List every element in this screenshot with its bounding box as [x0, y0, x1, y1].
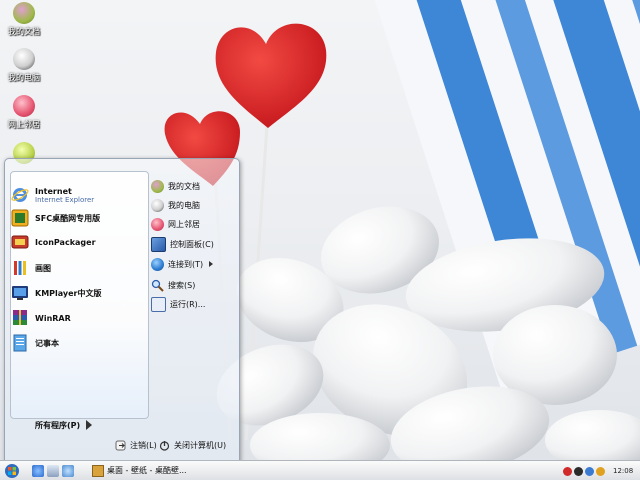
- start-item-sublabel: Internet Explorer: [35, 195, 95, 204]
- start-right-my-computer[interactable]: 我的电脑: [151, 196, 200, 214]
- start-item-kmplayer[interactable]: KMPlayer中文版: [11, 282, 102, 304]
- desktop-icon-label: 我的电脑: [8, 73, 40, 82]
- start-item-internet[interactable]: Internet Internet Explorer: [11, 181, 94, 209]
- network-candy-icon: [13, 95, 35, 117]
- start-item-label: Internet: [35, 186, 72, 196]
- arrow-right-icon: [86, 420, 93, 430]
- start-right-label: 我的电脑: [168, 200, 200, 210]
- start-item-iconpackager[interactable]: IconPackager: [11, 231, 96, 253]
- tray-security-icon[interactable]: [563, 466, 572, 476]
- desktop-icon-network[interactable]: 网上邻居: [2, 95, 46, 130]
- tray-qq-icon[interactable]: [574, 466, 583, 476]
- taskbar: 桌面 - 壁纸 - 桌酷壁... 12:08: [0, 460, 640, 480]
- logoff-button[interactable]: 注销(L): [115, 436, 157, 454]
- quicklaunch-media-icon[interactable]: [62, 465, 74, 477]
- desktop-icon-label: 网上邻居: [8, 120, 40, 129]
- iconpackager-icon: [11, 235, 29, 249]
- taskbar-window-label: 桌面 - 壁纸 - 桌酷壁...: [107, 466, 187, 475]
- my-computer-icon: [151, 198, 164, 212]
- start-right-label: 我的文档: [168, 181, 200, 191]
- network-places-icon: [151, 217, 164, 231]
- start-item-label: WinRAR: [35, 313, 71, 323]
- winrar-icon: [13, 310, 27, 325]
- desktop-icon-my-documents[interactable]: 我的文档: [2, 2, 46, 37]
- start-menu: Internet Internet Explorer SFC桌酷网专用版 Ico…: [4, 158, 240, 462]
- tray-volume-icon[interactable]: [596, 466, 605, 476]
- start-right-label: 连接到(T): [168, 259, 204, 269]
- start-right-label: 搜索(S): [168, 280, 196, 290]
- start-right-label: 控制面板(C): [170, 239, 214, 249]
- logoff-label: 注销(L): [130, 440, 157, 450]
- start-right-label: 运行(R)...: [170, 299, 206, 309]
- sfc-app-icon: [11, 209, 29, 227]
- start-right-label: 网上邻居: [168, 219, 200, 229]
- start-item-winrar[interactable]: WinRAR: [11, 307, 71, 329]
- start-item-label: KMPlayer中文版: [35, 288, 102, 298]
- all-programs-button[interactable]: 所有程序(P): [35, 417, 93, 433]
- quicklaunch-ie-icon[interactable]: [32, 465, 44, 477]
- start-item-notepad[interactable]: 记事本: [11, 332, 59, 354]
- start-item-label: SFC桌酷网专用版: [35, 213, 101, 223]
- logoff-icon: [115, 440, 126, 450]
- start-right-my-documents[interactable]: 我的文档: [151, 177, 200, 195]
- start-right-control-panel[interactable]: 控制面板(C): [151, 235, 214, 253]
- shutdown-label: 关闭计算机(U): [174, 440, 227, 450]
- my-documents-icon: [151, 179, 164, 193]
- folder-icon: [92, 464, 104, 477]
- folder-candy-icon: [13, 2, 35, 24]
- computer-candy-icon: [13, 48, 35, 70]
- start-button[interactable]: [3, 463, 21, 479]
- desktop-icon-my-computer[interactable]: 我的电脑: [2, 48, 46, 83]
- notepad-icon: [13, 334, 27, 352]
- search-icon: [151, 279, 164, 292]
- desktop-icon-label: 我的文档: [8, 27, 40, 36]
- shutdown-button[interactable]: 关闭计算机(U): [159, 436, 226, 454]
- start-item-sfc[interactable]: SFC桌酷网专用版: [11, 207, 100, 229]
- kmplayer-icon: [12, 286, 28, 300]
- connect-to-icon: [151, 257, 164, 271]
- start-right-search[interactable]: 搜索(S): [151, 276, 195, 294]
- start-item-paint[interactable]: 画图: [11, 257, 51, 279]
- taskbar-window-button[interactable]: 桌面 - 壁纸 - 桌酷壁...: [92, 463, 187, 478]
- start-right-network[interactable]: 网上邻居: [151, 215, 200, 233]
- taskbar-clock[interactable]: 12:08: [613, 467, 633, 475]
- control-panel-icon: [151, 236, 166, 252]
- quicklaunch-desktop-icon[interactable]: [47, 465, 59, 477]
- paint-icon: [14, 261, 26, 275]
- tray-network-icon[interactable]: [585, 466, 594, 476]
- desktop: 我的文档 我的电脑 网上邻居 Internet Internet Explore…: [0, 0, 640, 480]
- start-item-label: IconPackager: [35, 237, 96, 247]
- power-icon: [159, 440, 170, 451]
- start-right-run[interactable]: 运行(R)...: [151, 295, 205, 313]
- start-item-label: 画图: [35, 263, 51, 273]
- all-programs-label: 所有程序(P): [35, 420, 81, 430]
- start-item-label: 记事本: [35, 338, 59, 348]
- system-tray: 12:08: [563, 463, 637, 479]
- internet-explorer-icon: [11, 188, 29, 202]
- start-right-connect-to[interactable]: 连接到(T): [151, 255, 214, 273]
- run-icon: [151, 296, 166, 312]
- submenu-arrow-icon: [209, 261, 214, 267]
